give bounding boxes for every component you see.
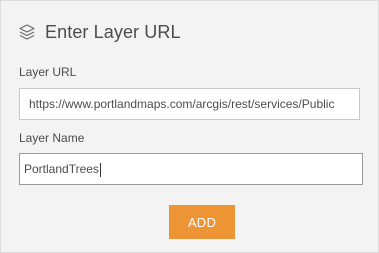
layer-url-input[interactable]: https://www.portlandmaps.com/arcgis/rest…	[19, 88, 360, 120]
add-button[interactable]: ADD	[169, 205, 235, 239]
dialog-title: Enter Layer URL	[45, 21, 181, 42]
enter-layer-url-panel: Enter Layer URL Layer URL https://www.po…	[0, 0, 379, 253]
text-caret	[99, 162, 101, 177]
layer-name-label: Layer Name	[19, 131, 85, 145]
layer-url-value: https://www.portlandmaps.com/arcgis/rest…	[29, 97, 335, 111]
layer-name-input[interactable]: PortlandTrees	[19, 153, 363, 185]
layer-url-label: Layer URL	[19, 65, 77, 79]
dialog-header: Enter Layer URL	[18, 19, 181, 45]
layers-icon	[18, 23, 36, 41]
layer-name-value: PortlandTrees	[24, 162, 99, 176]
